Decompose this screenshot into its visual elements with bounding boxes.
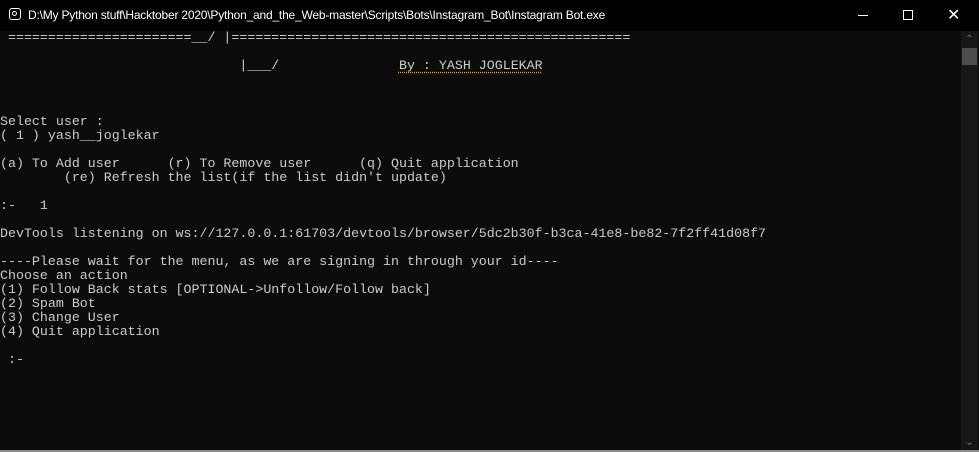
maximize-icon	[903, 10, 913, 20]
title-bar: D:\My Python stuff\Hacktober 2020\Python…	[0, 0, 979, 31]
action-item: (4) Quit application	[0, 324, 160, 339]
user-options: (a) To Add user (r) To Remove user (q) Q…	[0, 156, 519, 171]
console-output[interactable]: =======================__/ |============…	[0, 31, 961, 451]
banner-art: |___/	[0, 58, 399, 73]
action-item: (2) Spam Bot	[0, 296, 96, 311]
action-item: (3) Change User	[0, 310, 120, 325]
user-input-prompt: :- 1	[0, 198, 48, 213]
refresh-option: (re) Refresh the list(if the list didn't…	[0, 170, 447, 185]
instagram-app-icon	[9, 8, 21, 20]
wait-message: ----Please wait for the menu, as we are …	[0, 254, 559, 269]
maximize-button[interactable]	[885, 0, 931, 31]
scroll-down-icon[interactable]: ⌄	[961, 434, 978, 451]
banner-author-line: |___/ By : YASH JOGLEKAR	[0, 59, 961, 73]
window-title: D:\My Python stuff\Hacktober 2020\Python…	[28, 8, 606, 22]
close-button[interactable]: ✕	[931, 0, 977, 31]
author-credit: By : YASH JOGLEKAR	[398, 58, 543, 73]
minimize-icon	[858, 15, 868, 16]
minimize-button[interactable]	[839, 0, 885, 31]
banner-line: =======================__/ |============…	[0, 30, 631, 45]
close-icon: ✕	[947, 5, 961, 24]
action-heading: Choose an action	[0, 268, 128, 283]
scrollbar-thumb[interactable]	[962, 48, 977, 65]
user-list-item: ( 1 ) yash__joglekar	[0, 128, 160, 143]
select-user-heading: Select user :	[0, 114, 104, 129]
scroll-up-icon[interactable]: ⌃	[961, 31, 978, 48]
action-item: (1) Follow Back stats [OPTIONAL->Unfollo…	[0, 282, 431, 297]
vertical-scrollbar[interactable]: ⌃ ⌄	[961, 31, 978, 451]
devtools-message: DevTools listening on ws://127.0.0.1:617…	[0, 226, 767, 241]
action-input-prompt[interactable]: :-	[0, 353, 961, 367]
